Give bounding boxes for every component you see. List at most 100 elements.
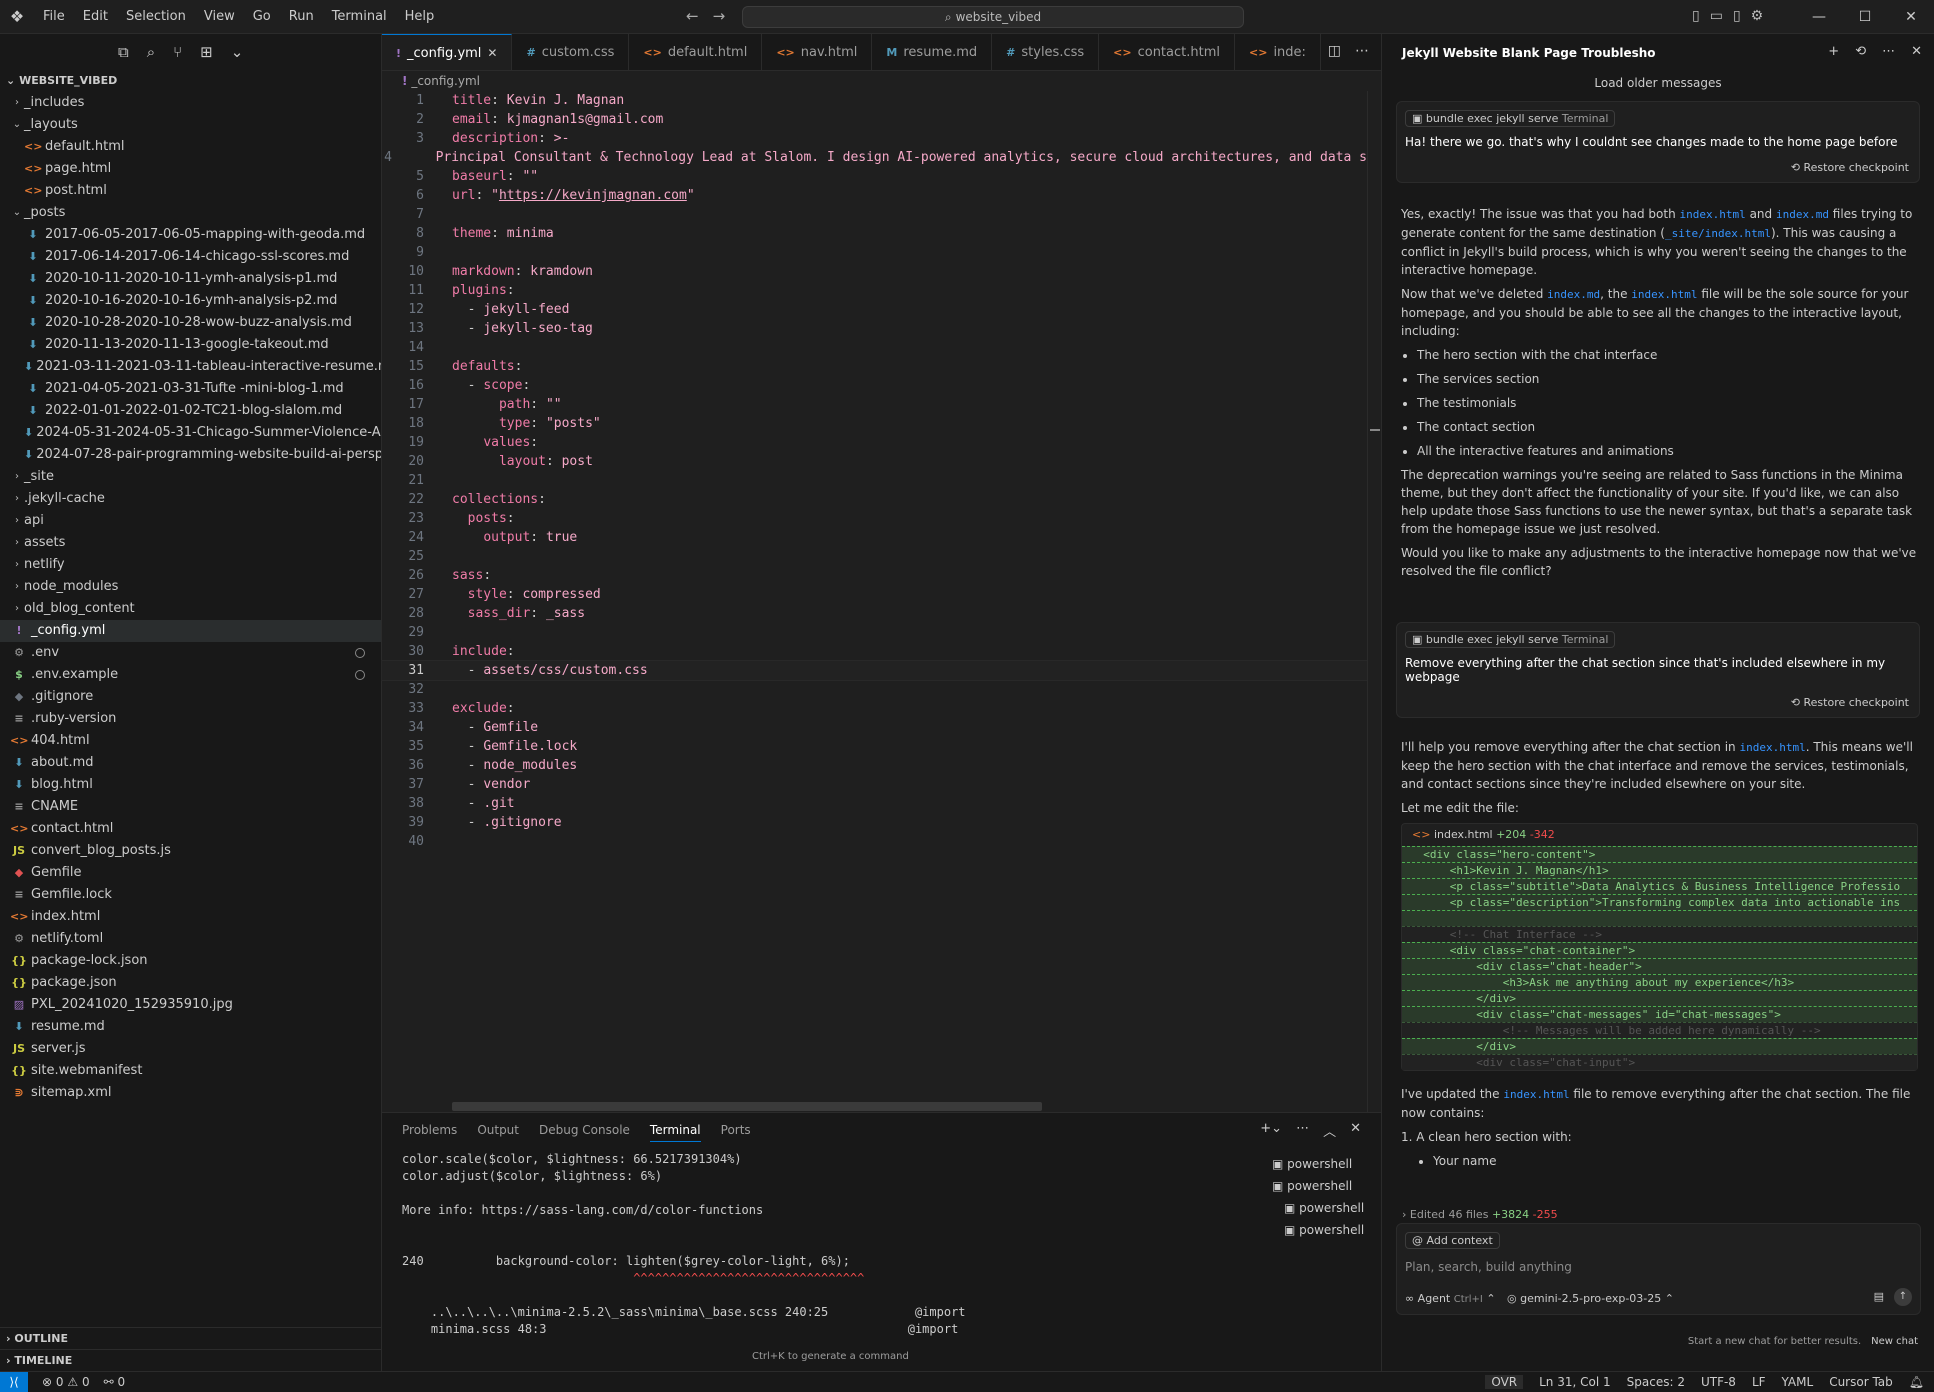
history-icon[interactable]: ⟲ [1855,44,1866,59]
add-context-button[interactable]: @ Add context [1405,1232,1500,1249]
file-item[interactable]: ⬇ 2020-10-28-2020-10-28-wow-buzz-analysis… [0,312,381,334]
context-chip[interactable]: ▣ bundle exec jekyll serve Terminal [1405,110,1616,127]
load-older-messages[interactable]: Load older messages [1382,71,1934,95]
file-item[interactable]: ◆ .gitignore [0,686,381,708]
code-line[interactable]: 34 - Gemfile [382,718,1367,737]
minimize-icon[interactable]: — [1796,0,1842,34]
terminal-instance[interactable]: ▣ powershell [1272,1153,1372,1175]
close-icon[interactable]: ✕ [487,46,497,60]
toggle-secondary-sidebar-icon[interactable]: ▯ [1733,8,1741,24]
timeline-panel-header[interactable]: › TIMELINE [0,1349,382,1371]
code-line[interactable]: 1 title: Kevin J. Magnan [382,91,1367,110]
breadcrumb[interactable]: ! _config.yml [382,71,1381,91]
context-chip[interactable]: ▣ bundle exec jekyll serve Terminal [1405,631,1616,648]
code-line[interactable]: 33 exclude: [382,699,1367,718]
code-line[interactable]: 9 [382,243,1367,262]
code-line[interactable]: 18 type: "posts" [382,414,1367,433]
panel-tab-ports[interactable]: Ports [721,1123,751,1137]
cursor-tab[interactable]: Cursor Tab [1829,1375,1893,1389]
chat-input-box[interactable]: @ Add context Plan, search, build anythi… [1396,1223,1921,1315]
file-item[interactable]: $ .env.example [0,664,381,686]
terminal-instance[interactable]: ▣ powershell [1272,1175,1372,1197]
folder-item[interactable]: › api [0,510,381,532]
code-line[interactable]: 19 values: [382,433,1367,452]
user-message[interactable]: ▣ bundle exec jekyll serve Terminal Ha! … [1396,101,1920,183]
code-line[interactable]: 25 [382,547,1367,566]
file-item[interactable]: ! _config.yml [0,620,381,642]
agent-mode-selector[interactable]: ∞ Agent Ctrl+I ⌃ [1405,1292,1496,1305]
code-line[interactable]: 8 theme: minima [382,224,1367,243]
folder-item[interactable]: › old_blog_content [0,598,381,620]
restore-checkpoint-button[interactable]: ⟲ Restore checkpoint [1397,692,1919,717]
file-item[interactable]: <> page.html [0,158,381,180]
terminal-output[interactable]: color.scale($color, $lightness: 66.52173… [402,1151,1242,1351]
code-line[interactable]: 4 Principal Consultant & Technology Lead… [382,148,1367,167]
code-line[interactable]: 31 - assets/css/custom.css [381,660,1368,681]
file-item[interactable]: ⬇ resume.md [0,1016,381,1038]
panel-tab-debug-console[interactable]: Debug Console [539,1123,630,1137]
code-line[interactable]: 29 [382,623,1367,642]
folder-item[interactable]: ⌄ _layouts [0,114,381,136]
file-item[interactable]: <> default.html [0,136,381,158]
source-control-icon[interactable]: ⑂ [173,43,182,61]
code-editor[interactable]: 1 title: Kevin J. Magnan 2 email: kjmagnan1… [381,91,1368,1131]
panel-tab-problems[interactable]: Problems [402,1123,457,1137]
file-item[interactable]: ⬇ 2020-10-11-2020-10-11-ymh-analysis-p1.m… [0,268,381,290]
terminal-instance[interactable]: ▣ powershell [1272,1219,1372,1241]
close-icon[interactable]: ✕ [1888,0,1934,34]
file-item[interactable]: <> contact.html [0,818,381,840]
close-icon[interactable]: ✕ [1911,44,1922,59]
folder-item[interactable]: › _includes [0,92,381,114]
code-line[interactable]: 22 collections: [382,490,1367,509]
tab-default-html[interactable]: <> default.html [629,34,763,70]
model-selector[interactable]: ◎ gemini-2.5-pro-exp-03-25 ⌃ [1507,1292,1674,1305]
code-line[interactable]: 40 [382,832,1367,851]
new-chat-link[interactable]: New chat [1871,1336,1918,1347]
file-item[interactable]: {} package.json [0,972,381,994]
file-item[interactable]: ≡ CNAME [0,796,381,818]
menu-help[interactable]: Help [396,0,444,34]
code-line[interactable]: 7 [382,205,1367,224]
file-item[interactable]: ⬇ 2021-04-05-2021-03-31-Tufte -mini-blog-… [0,378,381,400]
problems-indicator[interactable]: ⊗ 0 ⚠ 0 [42,1375,90,1389]
file-item[interactable]: ◆ Gemfile [0,862,381,884]
code-line[interactable]: 32 [382,680,1367,699]
code-line[interactable]: 37 - vendor [382,775,1367,794]
toggle-sidebar-icon[interactable]: ▯ [1692,8,1700,24]
code-line[interactable]: 2 email: kjmagnan1s@gmail.com [382,110,1367,129]
code-diff-block[interactable]: <> index.html +204 -342 <div class="hero… [1401,823,1918,1071]
file-item[interactable]: ⬇ blog.html [0,774,381,796]
toggle-panel-icon[interactable]: ▭ [1710,8,1723,24]
folder-item[interactable]: › .jekyll-cache [0,488,381,510]
file-item[interactable]: ⬇ 2024-05-31-2024-05-31-Chicago-Summer-Vi… [0,422,381,444]
folder-item[interactable]: ⌄ _posts [0,202,381,224]
search-icon[interactable]: ⌕ [147,43,155,61]
remote-indicator-icon[interactable]: ⟩⟨ [0,1371,28,1392]
folder-item[interactable]: › _site [0,466,381,488]
editor-vertical-scrollbar[interactable] [1367,91,1381,1131]
tab--config-yml[interactable]: ! _config.yml ✕ [382,34,513,70]
outline-panel-header[interactable]: › OUTLINE [0,1327,382,1349]
file-item[interactable]: ⬇ 2024-07-28-pair-programming-website-bui… [0,444,381,466]
file-item[interactable]: ▨ PXL_20241020_152935910.jpg [0,994,381,1016]
menu-view[interactable]: View [195,0,244,34]
code-line[interactable]: 17 path: "" [382,395,1367,414]
file-item[interactable]: {} site.webmanifest [0,1060,381,1082]
file-item[interactable]: ⚙ netlify.toml [0,928,381,950]
image-attach-icon[interactable]: ▤ [1874,1290,1884,1303]
indentation[interactable]: Spaces: 2 [1627,1375,1685,1389]
command-center-search[interactable]: ⌕ website_vibed [742,6,1244,28]
code-line[interactable]: 3 description: >- [382,129,1367,148]
menu-selection[interactable]: Selection [117,0,195,34]
code-line[interactable]: 21 [382,471,1367,490]
file-item[interactable]: ⬇ 2017-06-14-2017-06-14-chicago-ssl-score… [0,246,381,268]
code-line[interactable]: 6 url: "https://kevinjmagnan.com" [382,186,1367,205]
code-line[interactable]: 39 - .gitignore [382,813,1367,832]
end-of-line[interactable]: LF [1752,1375,1766,1389]
language-mode[interactable]: YAML [1782,1375,1814,1389]
file-item[interactable]: ≡ .ruby-version [0,708,381,730]
code-line[interactable]: 10 markdown: kramdown [382,262,1367,281]
file-item[interactable]: <> 404.html [0,730,381,752]
file-item[interactable]: ⬇ 2020-11-13-2020-11-13-google-takeout.md [0,334,381,356]
code-line[interactable]: 14 [382,338,1367,357]
